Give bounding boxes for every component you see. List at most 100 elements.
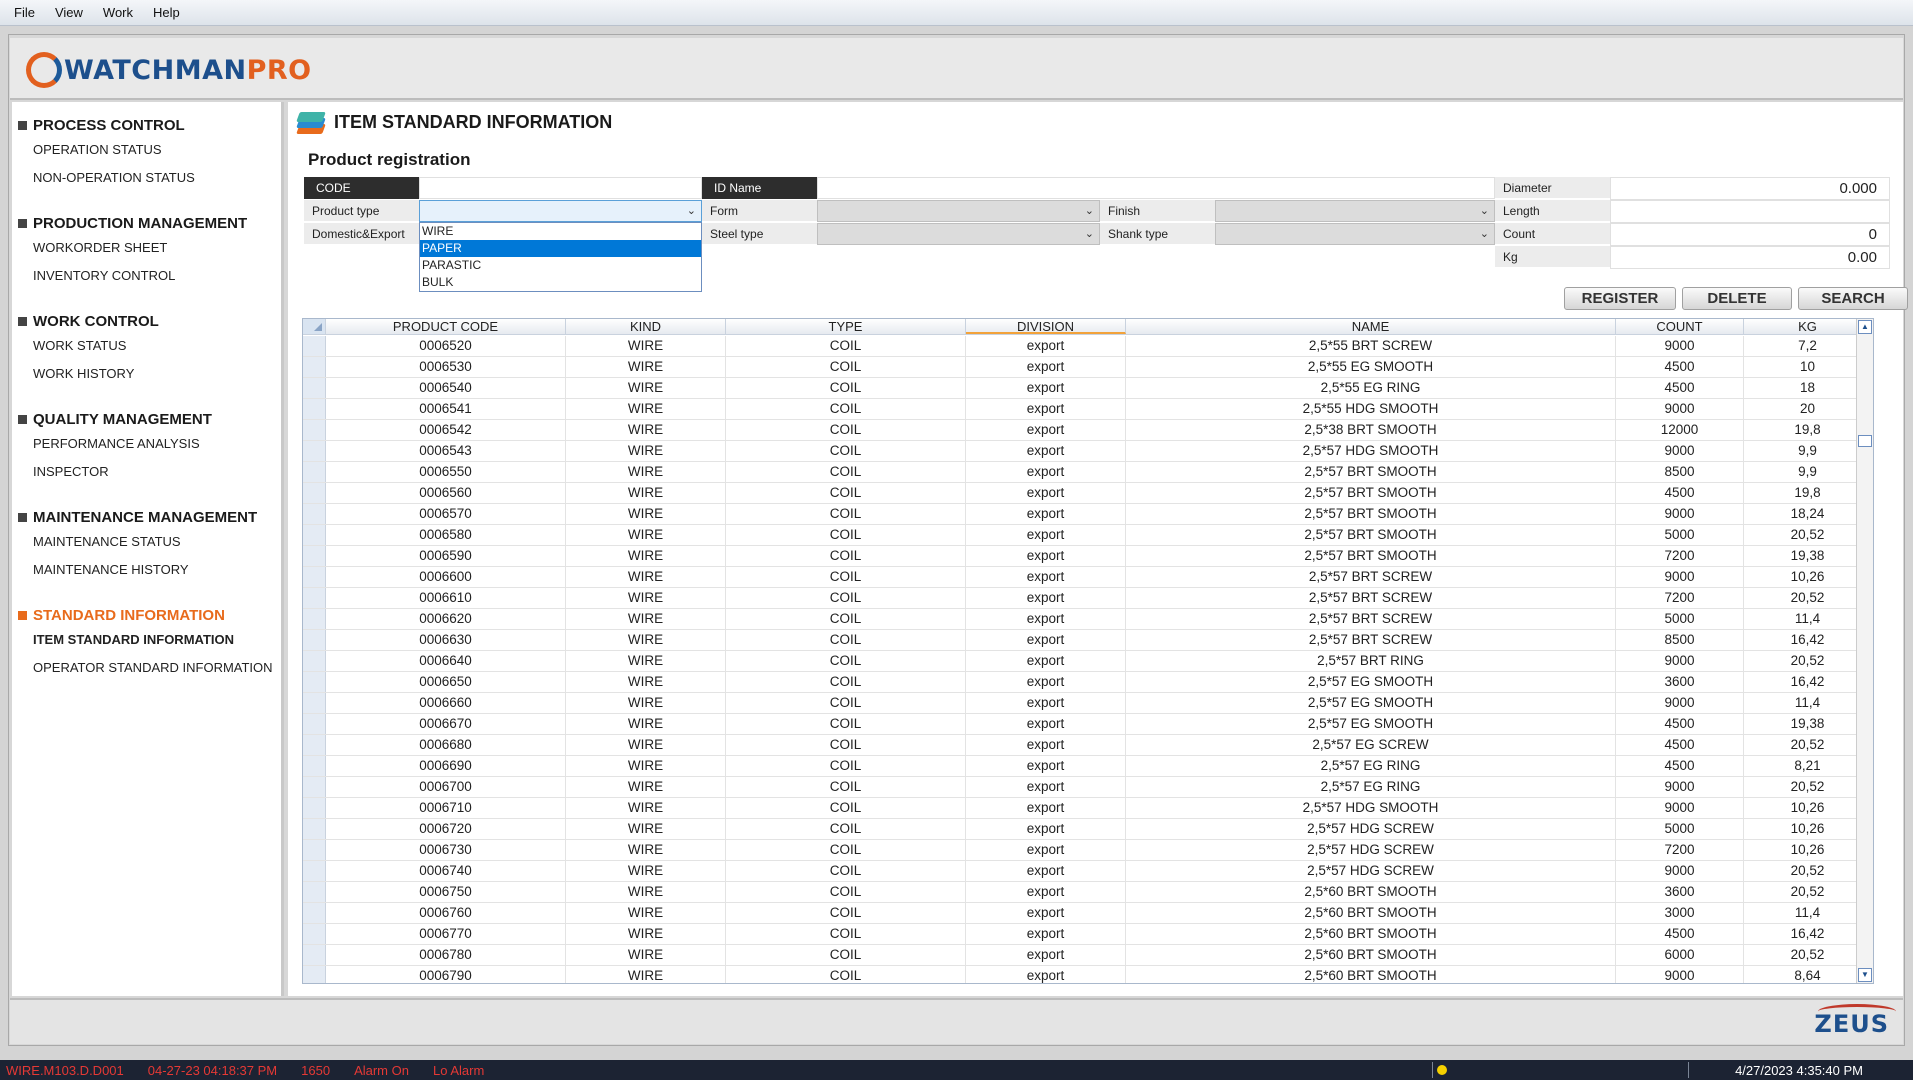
table-cell[interactable]: 9,9 xyxy=(1744,462,1872,482)
table-cell[interactable]: export xyxy=(966,630,1126,650)
table-cell[interactable]: 4500 xyxy=(1616,924,1744,944)
column-header[interactable]: KIND xyxy=(566,319,726,334)
kg-input[interactable]: 0.00 xyxy=(1610,246,1890,269)
row-header[interactable] xyxy=(303,357,326,377)
table-cell[interactable]: COIL xyxy=(726,399,966,419)
table-cell[interactable]: 20,52 xyxy=(1744,777,1872,797)
table-cell[interactable]: WIRE xyxy=(566,840,726,860)
table-cell[interactable]: 0006580 xyxy=(326,525,566,545)
nav-section-title-active[interactable]: STANDARD INFORMATION xyxy=(12,604,281,626)
table-row[interactable]: 0006760 WIRE COIL export 2,5*60 BRT SMOOTH 30… xyxy=(303,903,1872,924)
table-cell[interactable]: export xyxy=(966,504,1126,524)
table-cell[interactable]: export xyxy=(966,819,1126,839)
table-row[interactable]: 0006740 WIRE COIL export 2,5*57 HDG SCREW 900… xyxy=(303,861,1872,882)
delete-button[interactable]: DELETE xyxy=(1682,287,1792,310)
table-row[interactable]: 0006570 WIRE COIL export 2,5*57 BRT SMOOTH 90… xyxy=(303,504,1872,525)
table-cell[interactable]: COIL xyxy=(726,672,966,692)
table-cell[interactable]: 11,4 xyxy=(1744,609,1872,629)
table-cell[interactable]: COIL xyxy=(726,336,966,356)
table-cell[interactable]: 2,5*38 BRT SMOOTH xyxy=(1126,420,1616,440)
table-row[interactable]: 0006720 WIRE COIL export 2,5*57 HDG SCREW 500… xyxy=(303,819,1872,840)
table-cell[interactable]: 0006530 xyxy=(326,357,566,377)
id-name-input[interactable] xyxy=(817,177,1495,199)
table-cell[interactable]: 2,5*57 EG SMOOTH xyxy=(1126,672,1616,692)
table-cell[interactable]: export xyxy=(966,378,1126,398)
table-row[interactable]: 0006780 WIRE COIL export 2,5*60 BRT SMOOTH 60… xyxy=(303,945,1872,966)
table-cell[interactable]: COIL xyxy=(726,651,966,671)
row-header[interactable] xyxy=(303,735,326,755)
table-cell[interactable]: WIRE xyxy=(566,588,726,608)
table-cell[interactable]: COIL xyxy=(726,903,966,923)
table-cell[interactable]: 4500 xyxy=(1616,378,1744,398)
table-row[interactable]: 0006550 WIRE COIL export 2,5*57 BRT SMOOTH 85… xyxy=(303,462,1872,483)
table-cell[interactable]: 0006550 xyxy=(326,462,566,482)
form-select[interactable]: ⌄ xyxy=(817,200,1100,222)
sidebar-item-work-status[interactable]: WORK STATUS xyxy=(12,332,281,360)
table-cell[interactable]: export xyxy=(966,651,1126,671)
table-cell[interactable]: 20 xyxy=(1744,399,1872,419)
table-cell[interactable]: WIRE xyxy=(566,882,726,902)
table-cell[interactable]: 8,21 xyxy=(1744,756,1872,776)
table-cell[interactable]: WIRE xyxy=(566,483,726,503)
row-header[interactable] xyxy=(303,798,326,818)
table-cell[interactable]: WIRE xyxy=(566,525,726,545)
table-cell[interactable]: 0006770 xyxy=(326,924,566,944)
table-cell[interactable]: 9,9 xyxy=(1744,441,1872,461)
table-cell[interactable]: 20,52 xyxy=(1744,882,1872,902)
table-row[interactable]: 0006580 WIRE COIL export 2,5*57 BRT SMOOTH 50… xyxy=(303,525,1872,546)
table-cell[interactable]: COIL xyxy=(726,630,966,650)
length-input[interactable] xyxy=(1610,200,1890,223)
table-cell[interactable]: 11,4 xyxy=(1744,693,1872,713)
table-cell[interactable]: 0006610 xyxy=(326,588,566,608)
table-cell[interactable]: 19,38 xyxy=(1744,546,1872,566)
table-cell[interactable]: 16,42 xyxy=(1744,672,1872,692)
table-cell[interactable]: COIL xyxy=(726,714,966,734)
table-cell[interactable]: 0006640 xyxy=(326,651,566,671)
scroll-thumb[interactable] xyxy=(1858,435,1872,447)
table-cell[interactable]: 2,5*55 BRT SCREW xyxy=(1126,336,1616,356)
sidebar-item-work-history[interactable]: WORK HISTORY xyxy=(12,360,281,388)
sidebar-item-inspector[interactable]: INSPECTOR xyxy=(12,458,281,486)
table-row[interactable]: 0006620 WIRE COIL export 2,5*57 BRT SCREW 500… xyxy=(303,609,1872,630)
steel-type-select[interactable]: ⌄ xyxy=(817,223,1100,245)
table-cell[interactable]: 2,5*57 BRT RING xyxy=(1126,651,1616,671)
table-cell[interactable]: COIL xyxy=(726,441,966,461)
table-cell[interactable]: 4500 xyxy=(1616,735,1744,755)
table-cell[interactable]: export xyxy=(966,693,1126,713)
column-header[interactable]: PRODUCT CODE xyxy=(326,319,566,334)
table-cell[interactable]: export xyxy=(966,525,1126,545)
table-cell[interactable]: 0006750 xyxy=(326,882,566,902)
table-row[interactable]: 0006680 WIRE COIL export 2,5*57 EG SCREW 4500… xyxy=(303,735,1872,756)
row-header[interactable] xyxy=(303,861,326,881)
table-cell[interactable]: 0006542 xyxy=(326,420,566,440)
table-cell[interactable]: COIL xyxy=(726,861,966,881)
table-cell[interactable]: 20,52 xyxy=(1744,945,1872,965)
select-all-corner[interactable] xyxy=(303,319,326,334)
count-input[interactable]: 0 xyxy=(1610,223,1890,246)
table-cell[interactable]: COIL xyxy=(726,567,966,587)
table-cell[interactable]: 16,42 xyxy=(1744,630,1872,650)
table-cell[interactable]: 20,52 xyxy=(1744,861,1872,881)
table-cell[interactable]: 2,5*57 BRT SMOOTH xyxy=(1126,462,1616,482)
table-cell[interactable]: 16,42 xyxy=(1744,924,1872,944)
sidebar-item-performance-analysis[interactable]: PERFORMANCE ANALYSIS xyxy=(12,430,281,458)
table-cell[interactable]: 2,5*57 HDG SMOOTH xyxy=(1126,441,1616,461)
table-cell[interactable]: 8500 xyxy=(1616,630,1744,650)
table-cell[interactable]: WIRE xyxy=(566,672,726,692)
table-cell[interactable]: COIL xyxy=(726,882,966,902)
table-cell[interactable]: 2,5*57 BRT SCREW xyxy=(1126,609,1616,629)
table-cell[interactable]: WIRE xyxy=(566,420,726,440)
menu-view[interactable]: View xyxy=(55,5,83,20)
table-cell[interactable]: 0006790 xyxy=(326,966,566,983)
table-cell[interactable]: export xyxy=(966,336,1126,356)
table-cell[interactable]: COIL xyxy=(726,609,966,629)
table-cell[interactable]: 2,5*60 BRT SMOOTH xyxy=(1126,924,1616,944)
table-cell[interactable]: 2,5*60 BRT SMOOTH xyxy=(1126,966,1616,983)
table-cell[interactable]: WIRE xyxy=(566,861,726,881)
table-cell[interactable]: export xyxy=(966,735,1126,755)
table-row[interactable]: 0006700 WIRE COIL export 2,5*57 EG RING 9000 2… xyxy=(303,777,1872,798)
table-cell[interactable]: 20,52 xyxy=(1744,735,1872,755)
table-cell[interactable]: 0006543 xyxy=(326,441,566,461)
menu-work[interactable]: Work xyxy=(103,5,133,20)
table-row[interactable]: 0006541 WIRE COIL export 2,5*55 HDG SMOOTH 90… xyxy=(303,399,1872,420)
